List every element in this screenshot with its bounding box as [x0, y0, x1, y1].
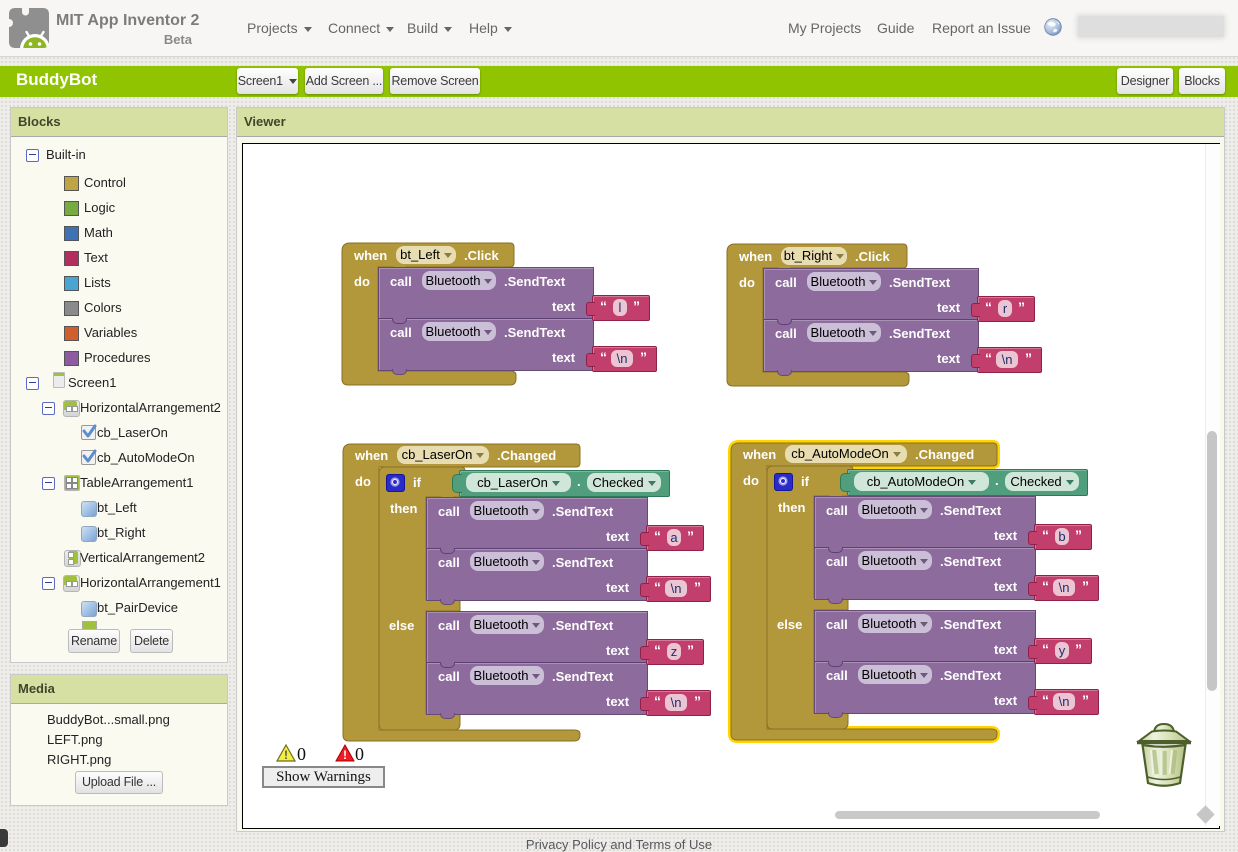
svg-text:!: !	[343, 748, 347, 762]
svg-text:!: !	[284, 748, 288, 762]
